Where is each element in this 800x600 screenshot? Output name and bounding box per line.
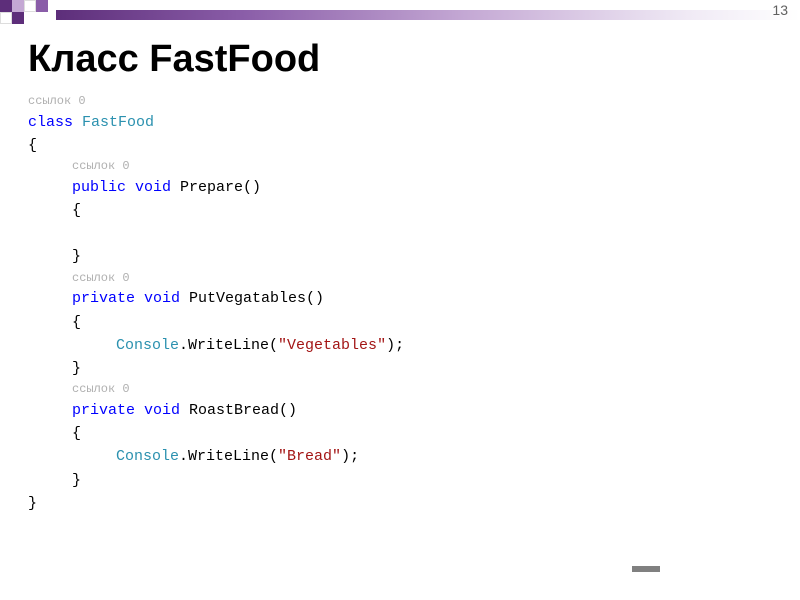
code-line: private void RoastBread() [28, 399, 404, 422]
code-text: .WriteLine( [179, 448, 278, 465]
keyword-void: void [135, 290, 180, 307]
codelens-reference: ссылок 0 [28, 380, 404, 399]
square-icon [12, 0, 24, 12]
slide-top-decoration [0, 0, 800, 28]
keyword-public: public [72, 179, 126, 196]
square-icon [24, 0, 36, 12]
keyword-void: void [135, 402, 180, 419]
square-icon [0, 0, 12, 12]
code-block: ссылок 0 class FastFood { ссылок 0 publi… [28, 92, 404, 515]
square-icon [0, 12, 12, 24]
square-icon [36, 0, 48, 12]
code-line: { [28, 422, 404, 445]
keyword-private: private [72, 402, 135, 419]
string-literal: "Bread" [278, 448, 341, 465]
codelens-reference: ссылок 0 [28, 92, 404, 111]
square-icon [12, 12, 24, 24]
code-line: } [28, 357, 404, 380]
keyword-class: class [28, 114, 73, 131]
code-line: public void Prepare() [28, 176, 404, 199]
keyword-void: void [126, 179, 171, 196]
code-line: } [28, 469, 404, 492]
class-name: FastFood [73, 114, 154, 131]
gradient-bar [56, 10, 800, 20]
keyword-private: private [72, 290, 135, 307]
code-line: } [28, 492, 404, 515]
code-text: ); [386, 337, 404, 354]
type-console: Console [116, 448, 179, 465]
footer-mark-icon [632, 566, 660, 572]
slide-title: Класс FastFood [28, 38, 320, 81]
method-name: PutVegatables() [180, 290, 324, 307]
method-name: RoastBread() [180, 402, 297, 419]
code-line: Console.WriteLine("Bread"); [28, 445, 404, 468]
code-line [28, 222, 404, 245]
codelens-reference: ссылок 0 [28, 269, 404, 288]
slide-number: 13 [772, 2, 788, 18]
code-text: ); [341, 448, 359, 465]
code-line: { [28, 311, 404, 334]
code-line: class FastFood [28, 111, 404, 134]
code-text: .WriteLine( [179, 337, 278, 354]
code-line: private void PutVegatables() [28, 287, 404, 310]
decorative-squares [0, 0, 50, 24]
method-name: Prepare() [171, 179, 261, 196]
code-line: { [28, 134, 404, 157]
codelens-reference: ссылок 0 [28, 157, 404, 176]
string-literal: "Vegetables" [278, 337, 386, 354]
type-console: Console [116, 337, 179, 354]
code-line: Console.WriteLine("Vegetables"); [28, 334, 404, 357]
code-line: } [28, 245, 404, 268]
code-line: { [28, 199, 404, 222]
